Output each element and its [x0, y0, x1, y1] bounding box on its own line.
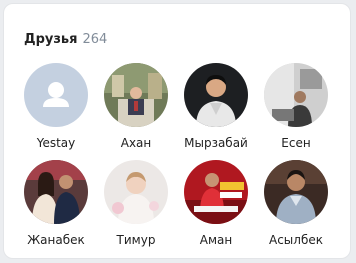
avatar-photo: [24, 160, 88, 224]
friend-name[interactable]: Жанабек: [16, 233, 96, 247]
friend-name[interactable]: Yestay: [16, 136, 96, 150]
avatar-photo: [264, 160, 328, 224]
friend-item-timur[interactable]: Тимур: [96, 160, 176, 247]
avatar[interactable]: [24, 160, 88, 224]
friend-item-myrzabai[interactable]: Мырзабай: [176, 63, 256, 150]
friends-title[interactable]: Друзья: [24, 32, 77, 47]
friend-item-yestay[interactable]: Yestay: [16, 63, 96, 150]
friend-item-aman[interactable]: Аман: [176, 160, 256, 247]
friend-name[interactable]: Асылбек: [256, 233, 336, 247]
avatar-photo: [184, 63, 248, 127]
friend-name[interactable]: Есен: [256, 136, 336, 150]
avatar[interactable]: [104, 63, 168, 127]
friends-card: Друзья 264 Yestay Ахан Мырзабай Есен Жан…: [3, 3, 351, 259]
friend-item-akhan[interactable]: Ахан: [96, 63, 176, 150]
friend-name[interactable]: Ахан: [96, 136, 176, 150]
avatar[interactable]: [184, 63, 248, 127]
avatar-photo: [264, 63, 328, 127]
friend-name[interactable]: Тимур: [96, 233, 176, 247]
avatar[interactable]: [184, 160, 248, 224]
default-person-icon: [24, 63, 88, 127]
avatar[interactable]: [264, 160, 328, 224]
friends-header[interactable]: Друзья 264: [24, 32, 107, 48]
friend-item-esen[interactable]: Есен: [256, 63, 336, 150]
avatar-photo: [104, 63, 168, 127]
friend-name[interactable]: Аман: [176, 233, 256, 247]
friend-item-zhanabek[interactable]: Жанабек: [16, 160, 96, 247]
friend-item-asylbek[interactable]: Асылбек: [256, 160, 336, 247]
friends-count: 264: [82, 32, 108, 47]
avatar-photo: [104, 160, 168, 224]
avatar-photo: [184, 160, 248, 224]
avatar[interactable]: [104, 160, 168, 224]
friend-name[interactable]: Мырзабай: [176, 136, 256, 150]
avatar[interactable]: [264, 63, 328, 127]
avatar[interactable]: [24, 63, 88, 127]
